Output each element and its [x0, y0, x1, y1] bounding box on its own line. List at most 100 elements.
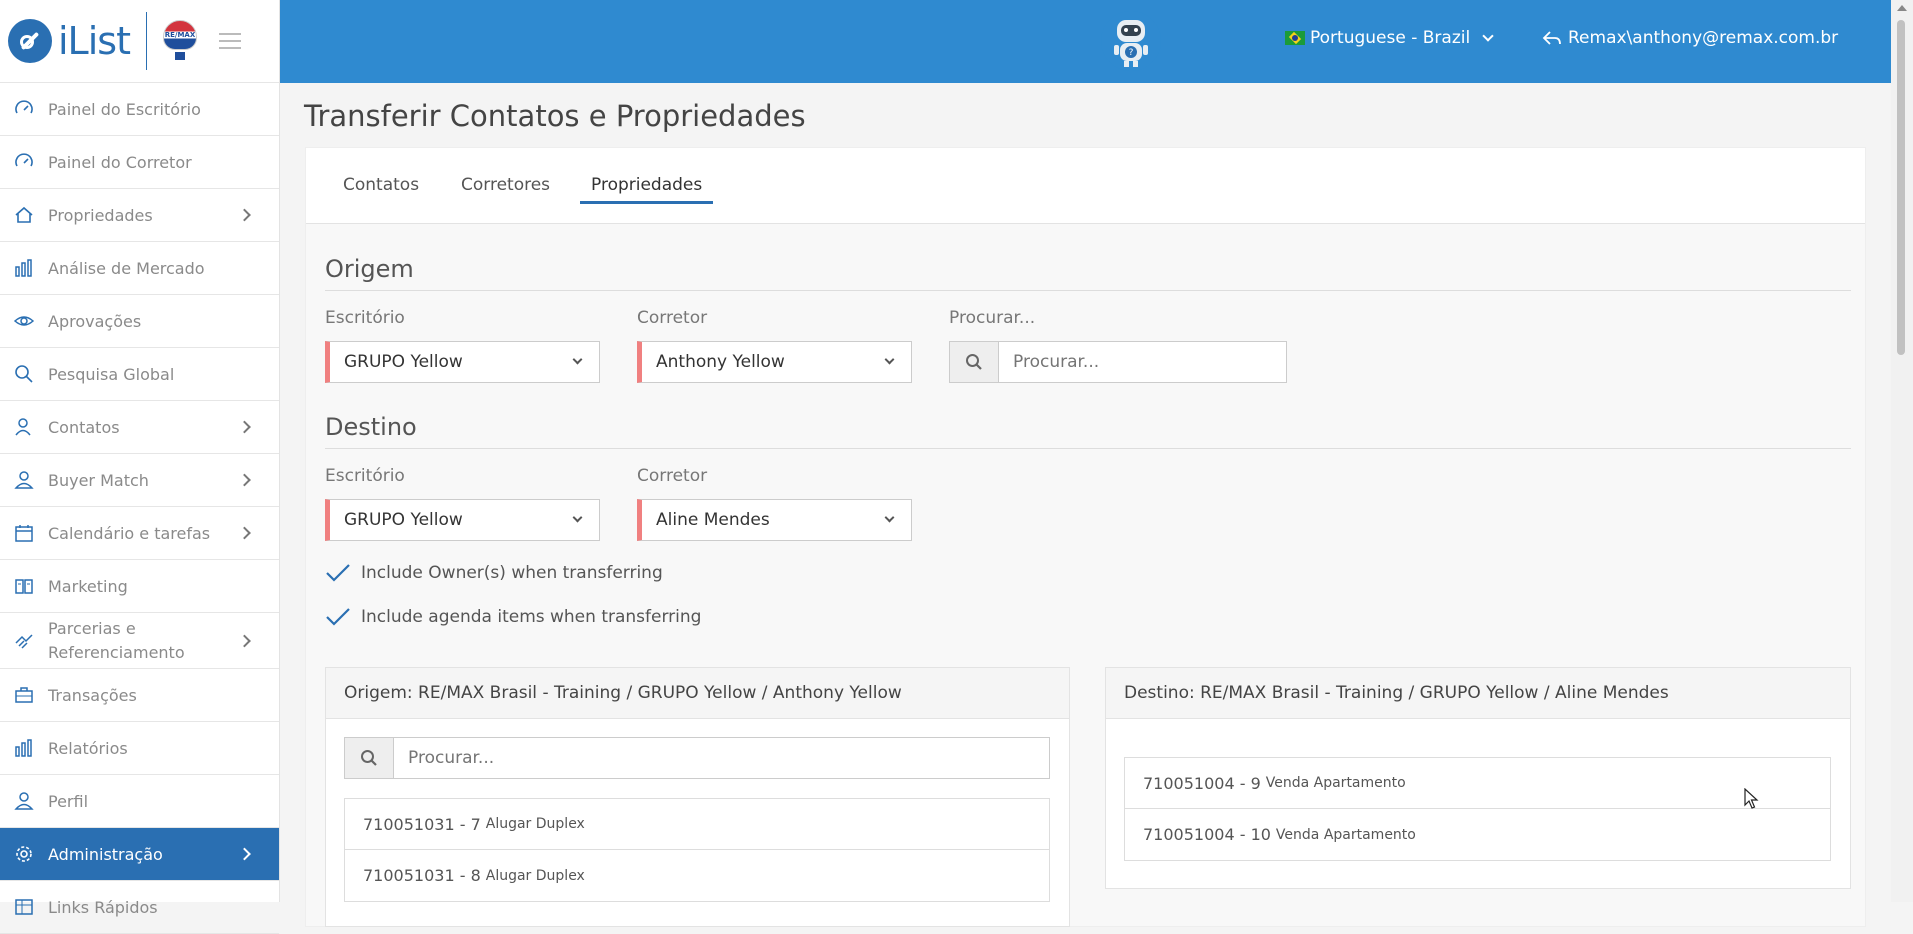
handshake-icon — [12, 629, 36, 653]
remax-balloon-logo: RE/MAX — [162, 20, 197, 62]
chevron-right-icon — [238, 420, 251, 434]
destino-office-select[interactable]: GRUPO Yellow — [325, 499, 600, 541]
tab-propriedades[interactable]: Propriedades — [580, 175, 714, 204]
sidebar-item-analise-mercado[interactable]: Análise de Mercado — [0, 242, 279, 295]
sidebar-item-label: Perfil — [48, 791, 89, 811]
mouse-cursor-icon — [1744, 788, 1759, 809]
origem-office-select[interactable]: GRUPO Yellow — [325, 341, 600, 383]
briefcase-icon — [12, 683, 36, 707]
page-scrollbar[interactable] — [1891, 0, 1913, 902]
origem-agent-select[interactable]: Anthony Yellow — [637, 341, 912, 383]
include-agenda-checkbox[interactable]: Include agenda items when transferring — [325, 607, 701, 627]
user-icon — [12, 468, 36, 492]
origem-panel-search-input[interactable] — [394, 737, 1050, 779]
bar-chart-icon — [12, 256, 36, 280]
sidebar-item-label: Buyer Match — [48, 470, 149, 490]
sidebar-item-label: Pesquisa Global — [48, 364, 175, 384]
property-code: 710051004 - 10 — [1143, 825, 1271, 844]
sidebar-item-links-rapidos[interactable]: Links Rápidos — [0, 881, 279, 934]
include-owners-label: Include Owner(s) when transferring — [361, 563, 663, 583]
origem-title: Origem — [325, 255, 414, 283]
sidebar-item-contatos[interactable]: Contatos — [0, 401, 279, 454]
remax-logo-text: RE/MAX — [164, 31, 196, 39]
svg-text:?: ? — [1129, 48, 1134, 58]
sidebar-item-painel-corretor[interactable]: Painel do Corretor — [0, 136, 279, 189]
sidebar-item-relatorios[interactable]: Relatórios — [0, 722, 279, 775]
main-content: Transferir Contatos e Propriedades Conta… — [280, 83, 1891, 927]
sidebar-item-propriedades[interactable]: Propriedades — [0, 189, 279, 242]
bar-chart-icon — [12, 736, 36, 760]
sidebar-item-label: Contatos — [48, 417, 120, 437]
ilist-logo-icon[interactable] — [8, 19, 52, 63]
sidebar-item-label: Relatórios — [48, 738, 128, 758]
sidebar-nav: Painel do Escritório Painel do Corretor … — [0, 83, 279, 934]
property-desc: Venda Apartamento — [1265, 775, 1406, 791]
list-item[interactable]: 710051031 - 8 Alugar Duplex — [345, 850, 1049, 901]
sidebar-item-label: Painel do Escritório — [48, 99, 201, 119]
origem-search-group — [949, 341, 1287, 383]
language-label: Portuguese - Brazil — [1310, 28, 1471, 48]
scroll-up-icon[interactable] — [1897, 5, 1907, 11]
robot-help-icon[interactable]: ? — [1100, 10, 1162, 72]
reply-arrow-icon — [1542, 31, 1561, 45]
destino-agent-select[interactable]: Aline Mendes — [637, 499, 912, 541]
ilist-logo-text[interactable]: iList — [58, 19, 131, 63]
origem-panel-header: Origem: RE/MAX Brasil - Training / GRUPO… — [326, 668, 1069, 719]
page-title: Transferir Contatos e Propriedades — [304, 99, 806, 133]
destino-office-label: Escritório — [325, 466, 405, 486]
list-item[interactable]: 710051004 - 10 Venda Apartamento — [1125, 809, 1830, 860]
search-icon — [949, 341, 999, 383]
origem-office-value: GRUPO Yellow — [344, 352, 463, 372]
sidebar-item-aprovacoes[interactable]: Aprovações — [0, 295, 279, 348]
brand-divider — [145, 12, 147, 70]
destino-panel: Destino: RE/MAX Brasil - Training / GRUP… — [1105, 667, 1851, 889]
origem-search-input[interactable] — [999, 341, 1287, 383]
list-item[interactable]: 710051031 - 7 Alugar Duplex — [345, 799, 1049, 850]
home-icon — [12, 203, 36, 227]
sidebar-item-label: Administração — [48, 844, 163, 864]
sidebar: iList RE/MAX Painel do Escritório Painel… — [0, 0, 280, 934]
chevron-right-icon — [238, 526, 251, 540]
sidebar-item-perfil[interactable]: Perfil — [0, 775, 279, 828]
brand-header: iList RE/MAX — [0, 0, 279, 83]
search-icon — [12, 362, 36, 386]
include-owners-checkbox[interactable]: Include Owner(s) when transferring — [325, 563, 663, 583]
book-icon — [12, 574, 36, 598]
list-item[interactable]: 710051004 - 9 Venda Apartamento — [1125, 758, 1830, 809]
sidebar-item-label: Parcerias e Referenciamento — [48, 618, 185, 662]
chevron-down-icon — [884, 354, 895, 365]
language-selector[interactable]: Portuguese - Brazil — [1285, 28, 1494, 48]
sidebar-item-label: Transações — [48, 685, 137, 705]
sidebar-item-painel-escritorio[interactable]: Painel do Escritório — [0, 83, 279, 136]
brazil-flag-icon — [1285, 31, 1305, 45]
gear-icon — [12, 842, 36, 866]
top-bar: ? Portuguese - Brazil Remax\anthony@rema… — [280, 0, 1891, 83]
sidebar-item-administracao[interactable]: Administração — [0, 828, 279, 881]
dashboard-icon — [12, 150, 36, 174]
include-agenda-label: Include agenda items when transferring — [361, 607, 702, 627]
hamburger-menu-icon[interactable] — [218, 28, 241, 54]
dashboard-icon — [12, 97, 36, 121]
sidebar-item-buyer-match[interactable]: Buyer Match — [0, 454, 279, 507]
scrollbar-thumb[interactable] — [1897, 20, 1905, 355]
sidebar-item-parcerias[interactable]: Parcerias e Referenciamento — [0, 613, 279, 669]
origem-property-list: 710051031 - 7 Alugar Duplex 710051031 - … — [344, 798, 1050, 902]
destino-office-value: GRUPO Yellow — [344, 510, 463, 530]
property-code: 710051031 - 8 — [363, 866, 481, 885]
property-desc: Venda Apartamento — [1275, 826, 1416, 843]
tab-corretores[interactable]: Corretores — [461, 175, 550, 201]
transfer-card: Contatos Corretores Propriedades Origem … — [305, 147, 1866, 927]
sidebar-item-marketing[interactable]: Marketing — [0, 560, 279, 613]
tab-contatos[interactable]: Contatos — [343, 175, 419, 201]
sidebar-item-calendario[interactable]: Calendário e tarefas — [0, 507, 279, 560]
sidebar-item-transacoes[interactable]: Transações — [0, 669, 279, 722]
sidebar-item-pesquisa-global[interactable]: Pesquisa Global — [0, 348, 279, 401]
eye-icon — [12, 309, 36, 333]
chevron-down-icon — [572, 354, 583, 365]
origem-panel: Origem: RE/MAX Brasil - Training / GRUPO… — [325, 667, 1070, 927]
origem-divider — [325, 290, 1851, 291]
user-menu[interactable]: Remax\anthony@remax.com.br — [1542, 28, 1838, 48]
destino-agent-value: Aline Mendes — [656, 510, 770, 530]
origem-agent-value: Anthony Yellow — [656, 352, 785, 372]
property-desc: Alugar Duplex — [485, 816, 585, 832]
